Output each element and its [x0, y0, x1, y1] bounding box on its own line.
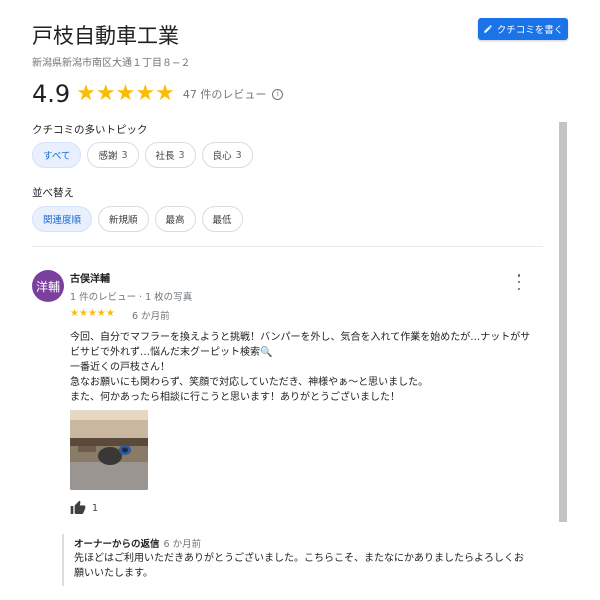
review-text-line: 急なお願いにも関わらず、笑顔で対応していただき、神様やぁ〜と思いました。: [70, 377, 429, 388]
topic-chip-conscience[interactable]: 良心 3: [201, 142, 253, 168]
star-icon: ★: [95, 81, 116, 106]
topic-chip-all[interactable]: すべて: [32, 142, 82, 168]
owner-reply-line: 願いいたします。: [74, 568, 153, 579]
star-icon: ★: [76, 81, 96, 106]
star-icon: ★: [87, 308, 97, 319]
star-icon: ★: [70, 308, 79, 319]
write-review-button[interactable]: クチコミを書く: [478, 18, 568, 40]
chip-label: 良心: [212, 151, 232, 162]
topics-label: クチコミの多いトピック: [32, 124, 148, 136]
topic-chip-president[interactable]: 社長 3: [144, 142, 196, 168]
sort-label: 並べ替え: [32, 187, 74, 199]
chip-label: 新規順: [109, 215, 138, 226]
pencil-icon: [483, 25, 492, 33]
chip-count: 3: [235, 149, 242, 161]
chip-label: 最高: [165, 215, 185, 226]
avatar[interactable]: 洋輔: [32, 270, 64, 302]
star-icon: ★: [96, 308, 106, 319]
like-button[interactable]: 1: [70, 500, 98, 516]
review-stars: ★ ★ ★ ★ ★: [70, 309, 115, 319]
sort-chip-lowest[interactable]: 最低: [201, 206, 243, 232]
review-text-line: また、何かあったら相談に行こうと思います！ありがとうございました！: [70, 392, 400, 403]
business-name: 戸枝自動車工業: [32, 24, 179, 48]
topic-chips: すべて 感謝 3 社長 3 良心 3: [32, 142, 253, 168]
review-text-line: 一番近くの戸枝さん！: [70, 362, 170, 373]
divider: [32, 246, 543, 247]
owner-reply-header: オーナーからの返信 6 か月前: [74, 536, 201, 550]
reviewer-meta: 1 件のレビュー · 1 枚の写真: [70, 292, 193, 303]
owner-reply-title: オーナーからの返信: [74, 539, 160, 550]
owner-reply-bar: [62, 534, 64, 586]
more-options-icon[interactable]: [514, 274, 524, 290]
rating-stars: ★ ★ ★ ★ ★: [76, 83, 175, 105]
write-review-label: クチコミを書く: [496, 25, 564, 36]
review-time: 6 か月前: [132, 311, 170, 322]
thumbs-up-icon: [70, 500, 86, 514]
review-count[interactable]: 47 件のレビュー: [183, 86, 267, 102]
chip-label: 感謝: [98, 151, 118, 162]
star-icon: ★: [78, 308, 88, 319]
sort-chip-highest[interactable]: 最高: [154, 206, 196, 232]
star-icon: ★: [105, 308, 115, 319]
chip-label: 関連度順: [43, 215, 82, 226]
reviewer-name[interactable]: 古俣洋輔: [70, 270, 110, 285]
review-photo[interactable]: [70, 410, 148, 490]
info-icon[interactable]: i: [272, 88, 284, 100]
owner-reply-time: 6 か月前: [163, 539, 202, 550]
owner-reply-line: 先ほどはご利用いただきありがとうございました。こちらこそ、またなにかありましたら…: [74, 553, 524, 564]
chip-label: 社長: [155, 151, 175, 162]
chip-label: すべて: [43, 151, 71, 162]
review-text-line: 今回、自分でマフラーを換えようと挑戦！バンパーを外し、気合を入れて作業を始めたが…: [70, 332, 531, 343]
rating-value: 4.9: [32, 80, 71, 108]
sort-chips: 関連度順 新規順 最高 最低: [32, 206, 243, 232]
review-text-line: ビサビで外れず…悩んだ末グーピット検索🔍: [70, 347, 273, 358]
owner-reply-text: 先ほどはご利用いただきありがとうございました。こちらこそ、またなにかありましたら…: [74, 551, 554, 581]
business-address: 新潟県新潟市南区大通１丁目８−２: [32, 58, 191, 69]
topic-chip-thanks[interactable]: 感謝 3: [87, 142, 139, 168]
chip-count: 3: [121, 149, 128, 161]
sort-chip-newest[interactable]: 新規順: [98, 206, 149, 232]
scrollbar-thumb[interactable]: [559, 122, 567, 522]
star-icon: ★: [135, 81, 156, 106]
sort-chip-relevance[interactable]: 関連度順: [32, 206, 93, 232]
star-icon: ★: [155, 81, 175, 106]
like-count: 1: [92, 502, 99, 514]
star-icon: ★: [115, 81, 136, 106]
chip-label: 最低: [212, 215, 232, 226]
rating-summary: 4.9 ★ ★ ★ ★ ★ 47 件のレビュー i: [32, 80, 284, 108]
chip-count: 3: [178, 149, 185, 161]
review-text: 今回、自分でマフラーを換えようと挑戦！バンパーを外し、気合を入れて作業を始めたが…: [70, 330, 550, 405]
